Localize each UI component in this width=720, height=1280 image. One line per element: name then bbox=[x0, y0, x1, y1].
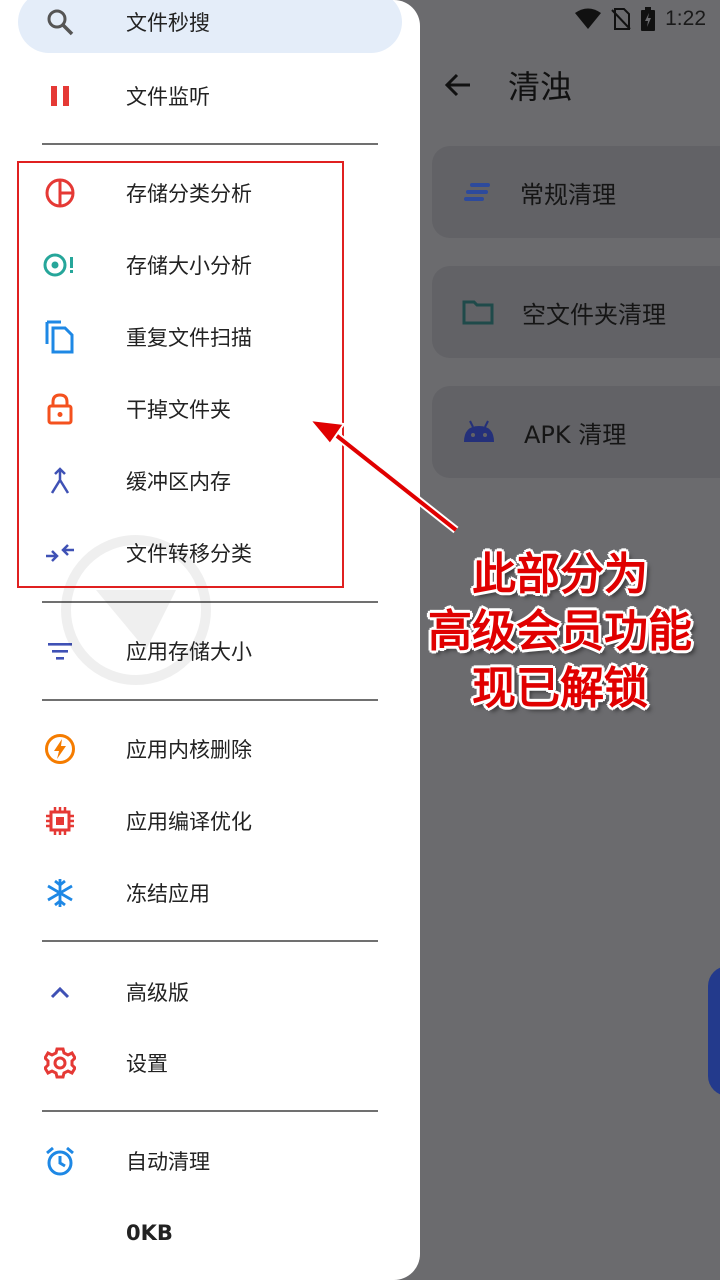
cache-size-value: 0KB bbox=[126, 1221, 173, 1245]
battery-icon bbox=[641, 7, 656, 31]
drawer-item-label: 文件秒搜 bbox=[126, 11, 210, 35]
app-header: 清浊 bbox=[444, 62, 572, 108]
status-time: 1:22 bbox=[665, 7, 706, 30]
drawer-item-auto-clean[interactable]: 自动清理 bbox=[0, 1129, 420, 1193]
drawer-item-app-kernel-delete[interactable]: 应用内核删除 bbox=[0, 717, 420, 781]
page-title: 清浊 bbox=[508, 68, 573, 106]
card-regular-clean[interactable]: 常规清理 bbox=[432, 146, 720, 238]
wifi-icon bbox=[575, 8, 602, 29]
divider bbox=[42, 143, 378, 145]
bolt-icon bbox=[40, 729, 80, 769]
search-icon bbox=[40, 2, 80, 42]
floating-action-button[interactable] bbox=[708, 966, 720, 1096]
android-icon bbox=[464, 420, 494, 442]
drawer-item-app-compile-optimize[interactable]: 应用编译优化 bbox=[0, 789, 420, 853]
card-label: 常规清理 bbox=[520, 180, 616, 209]
annotation-text: 此部分为 高级会员功能 现已解锁 bbox=[410, 546, 710, 717]
drawer-item-label: 自动清理 bbox=[126, 1150, 210, 1174]
divider bbox=[42, 699, 378, 701]
filter-icon bbox=[40, 631, 80, 671]
drawer-item-label: 应用存储大小 bbox=[126, 640, 252, 664]
drawer-item-settings[interactable]: 设置 bbox=[0, 1031, 420, 1095]
drawer-item-label: 应用内核删除 bbox=[126, 738, 252, 762]
chevron-up-icon bbox=[40, 972, 80, 1012]
back-arrow-icon[interactable] bbox=[444, 71, 472, 99]
drawer-item-label: 设置 bbox=[126, 1052, 168, 1076]
snowflake-icon bbox=[40, 873, 80, 913]
annotation-line: 此部分为 bbox=[472, 549, 648, 600]
drawer-item-file-monitor[interactable]: 文件监听 bbox=[0, 64, 420, 128]
drawer-item-file-search[interactable]: 文件秒搜 bbox=[18, 0, 402, 53]
card-empty-folder-clean[interactable]: 空文件夹清理 bbox=[432, 266, 720, 358]
card-apk-clean[interactable]: APK 清理 bbox=[432, 386, 720, 478]
highlight-box bbox=[17, 161, 344, 588]
folder-icon bbox=[462, 300, 494, 325]
divider bbox=[42, 1110, 378, 1112]
drawer-item-freeze-app[interactable]: 冻结应用 bbox=[0, 861, 420, 925]
status-bar: 1:22 bbox=[575, 4, 706, 34]
annotation-line: 现已解锁 bbox=[472, 663, 648, 714]
no-sim-icon bbox=[611, 8, 631, 30]
annotation-line: 高级会员功能 bbox=[428, 606, 692, 657]
lines-icon bbox=[464, 183, 490, 201]
gear-icon bbox=[40, 1043, 80, 1083]
card-label: 空文件夹清理 bbox=[522, 300, 666, 329]
drawer-item-label: 文件监听 bbox=[126, 85, 210, 109]
card-label: APK 清理 bbox=[524, 420, 627, 449]
drawer-item-label: 应用编译优化 bbox=[126, 810, 252, 834]
pause-icon bbox=[40, 76, 80, 116]
drawer-item-premium[interactable]: 高级版 bbox=[0, 960, 420, 1024]
alarm-icon bbox=[40, 1141, 80, 1181]
divider bbox=[42, 601, 378, 603]
divider bbox=[42, 940, 378, 942]
chip-icon bbox=[40, 801, 80, 841]
drawer-item-label: 冻结应用 bbox=[126, 882, 210, 906]
drawer-item-cache-size: 0KB bbox=[0, 1201, 420, 1265]
drawer-item-label: 高级版 bbox=[126, 981, 189, 1005]
drawer-item-app-storage-size[interactable]: 应用存储大小 bbox=[0, 619, 420, 683]
